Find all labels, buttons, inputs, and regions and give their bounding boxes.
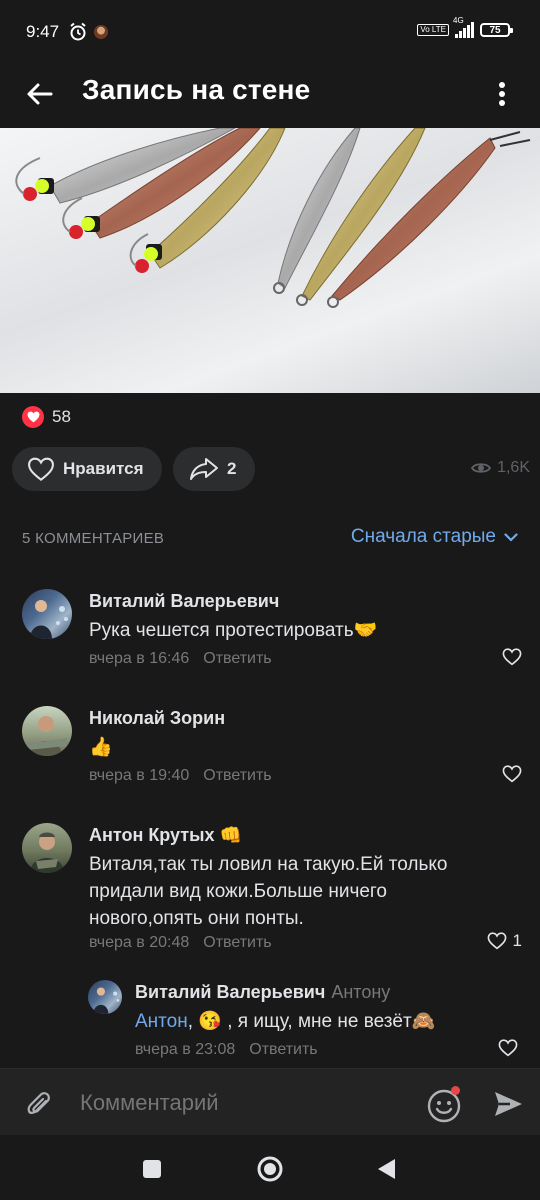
eye-icon: [471, 463, 492, 473]
comment-like-button[interactable]: [502, 648, 522, 666]
triangle-back-icon: [378, 1159, 395, 1179]
heart-outline-icon: [487, 932, 506, 950]
reply-button[interactable]: Ответить: [203, 650, 271, 668]
heart-outline-icon: [498, 1039, 518, 1057]
signal-icon: 4G: [453, 16, 474, 38]
home-button[interactable]: [250, 1149, 290, 1189]
comment-text: Антон, 😘 , я ищу, мне не везёт🙈: [135, 1008, 465, 1035]
back-nav-button[interactable]: [366, 1149, 406, 1189]
comments-header: 5 КОММЕНТАРИЕВ Сначала старые: [22, 526, 518, 552]
recents-button[interactable]: [132, 1149, 172, 1189]
comment-text-body: , 😘 , я ищу, мне не везёт🙈: [187, 1011, 436, 1032]
back-button[interactable]: [18, 72, 62, 116]
avatar[interactable]: [88, 980, 122, 1014]
avatar[interactable]: [22, 706, 72, 756]
arrow-left-icon: [27, 83, 53, 105]
paperclip-icon: [27, 1092, 50, 1114]
avatar[interactable]: [22, 589, 72, 639]
reply-button[interactable]: Ответить: [203, 767, 271, 785]
post-actions: Нравится 2 1,6K: [12, 447, 530, 493]
battery-icon: 75: [480, 23, 513, 37]
circle-icon: [257, 1156, 283, 1182]
notification-avatar-icon: [94, 25, 108, 39]
comment-text: 👍: [89, 737, 113, 758]
comment-author: Виталий Валерьевич Антону: [135, 982, 390, 1003]
post-photo[interactable]: [0, 128, 540, 393]
square-icon: [143, 1160, 161, 1178]
alarm-icon: [68, 22, 88, 47]
more-vertical-icon: [499, 82, 505, 106]
views-counter: 1,6K: [471, 459, 530, 477]
more-options-button[interactable]: [482, 72, 522, 116]
share-button[interactable]: 2: [173, 447, 255, 491]
mention-link[interactable]: Антон: [135, 1011, 188, 1032]
send-icon: [495, 1092, 522, 1116]
system-nav-bar: [0, 1135, 540, 1200]
comment-reply-item: Виталий Валерьевич Антону Антон, 😘 , я ищ…: [88, 980, 518, 1065]
heart-outline-icon: [502, 765, 522, 783]
heart-badge-icon: [22, 406, 44, 428]
avatar[interactable]: [22, 823, 72, 873]
comment-text: Виталя,так ты ловил на такую.Ей только п…: [89, 854, 448, 929]
status-time: 9:47: [26, 22, 60, 41]
chevron-down-icon: [504, 532, 518, 542]
comment-author[interactable]: Виталий Валерьевич: [89, 591, 279, 612]
app-bar: Запись на стене: [0, 62, 540, 128]
comment-author-name[interactable]: Виталий Валерьевич: [135, 982, 325, 1002]
comment-item: Антон Крутых 👊 Виталя,так ты ловил на та…: [22, 823, 522, 958]
reply-button[interactable]: Ответить: [249, 1041, 317, 1059]
comment-author[interactable]: Антон Крутых 👊: [89, 825, 242, 846]
comment-composer: [0, 1068, 540, 1136]
comment-meta: вчера в 16:46 Ответить: [89, 650, 272, 668]
send-button[interactable]: [488, 1084, 528, 1124]
views-count: 1,6K: [497, 459, 530, 476]
comment-time: вчера в 19:40: [89, 767, 190, 784]
reply-to-label[interactable]: Антону: [331, 982, 390, 1002]
like-label: Нравится: [63, 459, 144, 478]
share-count: 2: [227, 459, 237, 478]
page-title: Запись на стене: [82, 74, 311, 105]
comment-meta: вчера в 20:48 Ответить: [89, 934, 272, 952]
fishing-lures-image: [15, 128, 531, 308]
comment-like-button[interactable]: 1: [487, 931, 522, 951]
comment-time: вчера в 23:08: [135, 1041, 236, 1058]
comment-meta: вчера в 19:40 Ответить: [89, 767, 272, 785]
comment-item: Виталий Валерьевич Рука чешется протести…: [22, 589, 522, 679]
sort-label: Сначала старые: [350, 526, 496, 547]
comment-item: Николай Зорин 👍 вчера в 19:40 Ответить: [22, 706, 522, 796]
comment-text: Рука чешется протестировать🤝: [89, 620, 378, 641]
comment-time: вчера в 16:46: [89, 650, 190, 667]
heart-outline-icon: [502, 648, 522, 666]
attach-button[interactable]: [20, 1085, 58, 1123]
comments-count: 5 КОММЕНТАРИЕВ: [22, 530, 165, 547]
heart-outline-icon: [28, 457, 54, 481]
status-bar: 9:47 Vo LTE 4G 75: [0, 0, 540, 62]
comment-input[interactable]: [80, 1086, 400, 1120]
comment-meta: вчера в 23:08 Ответить: [135, 1041, 318, 1059]
reply-button[interactable]: Ответить: [203, 934, 271, 952]
comment-time: вчера в 20:48: [89, 934, 190, 951]
sort-dropdown[interactable]: Сначала старые: [351, 526, 518, 548]
comment-like-button[interactable]: [498, 1039, 518, 1057]
new-badge-dot: [451, 1086, 460, 1095]
like-button[interactable]: Нравится: [12, 447, 162, 491]
network-type: 4G: [453, 16, 464, 25]
volte-icon: Vo LTE: [417, 24, 449, 36]
share-icon: [190, 458, 218, 480]
comment-like-count: 1: [512, 931, 522, 950]
likes-count: 58: [52, 407, 71, 426]
comment-author[interactable]: Николай Зорин: [89, 708, 225, 729]
comment-like-button[interactable]: [502, 765, 522, 783]
emoji-button[interactable]: [424, 1084, 464, 1124]
likes-summary[interactable]: 58: [22, 404, 71, 430]
